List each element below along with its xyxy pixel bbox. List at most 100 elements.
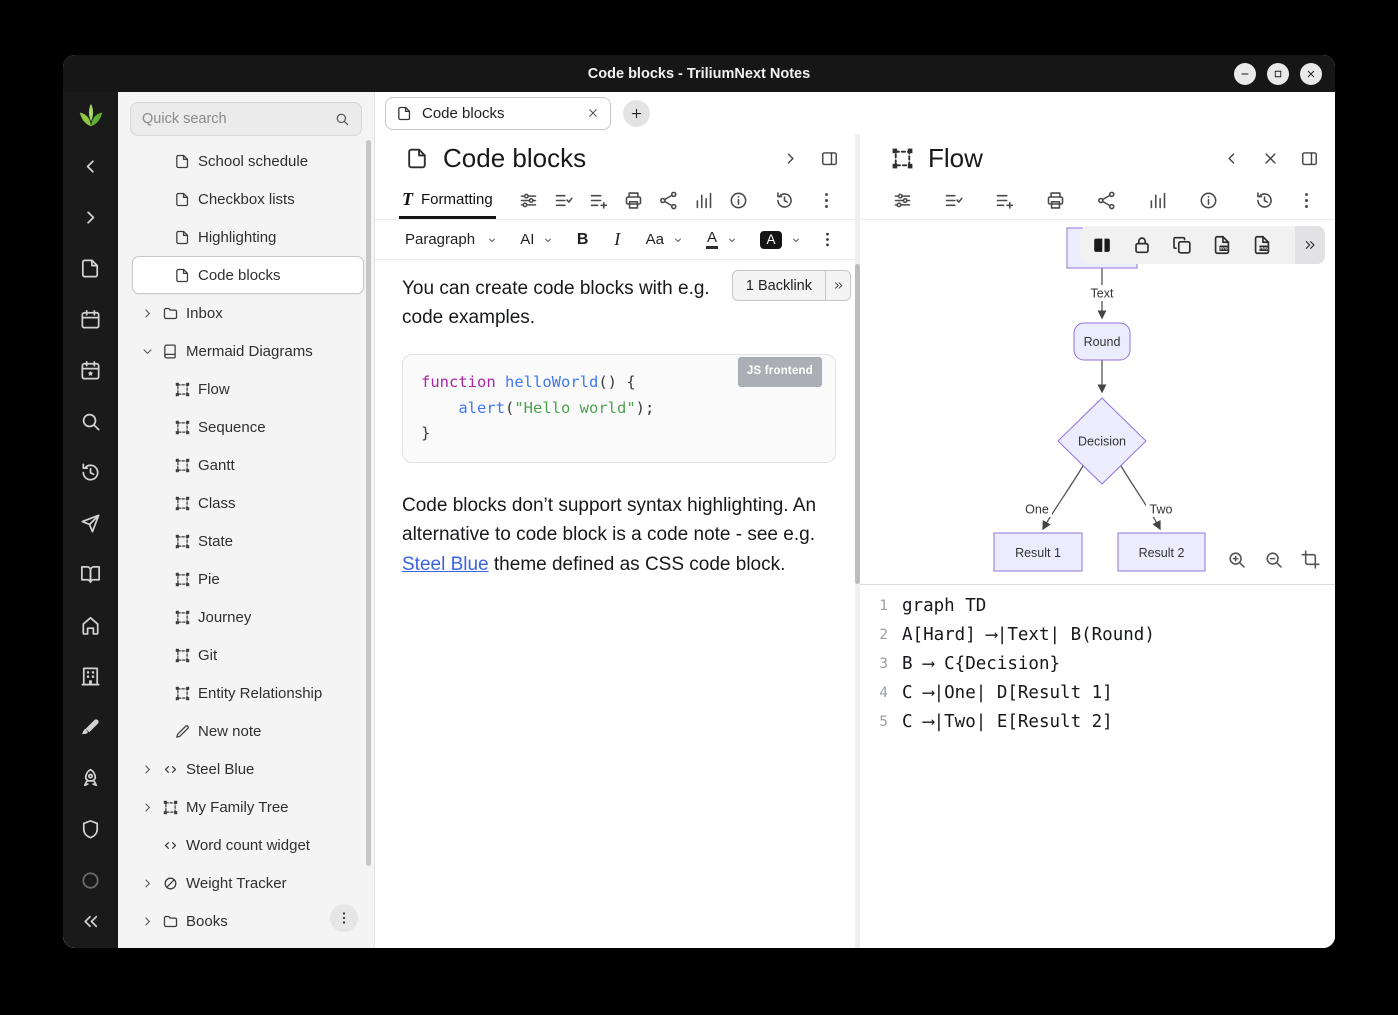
tree-item-weight-tracker[interactable]: Weight Tracker	[132, 864, 364, 902]
tree-item-state[interactable]: State	[132, 522, 364, 560]
tree-item-steel-blue[interactable]: Steel Blue	[132, 750, 364, 788]
close-button[interactable]	[1300, 63, 1322, 85]
list-check-icon[interactable]	[553, 190, 574, 211]
toolbar-overflow-button[interactable]	[1295, 226, 1325, 264]
tree-item-class[interactable]: Class	[132, 484, 364, 522]
tree-item-pie[interactable]: Pie	[132, 560, 364, 598]
history-icon[interactable]	[774, 190, 795, 211]
close-pane-button[interactable]	[1261, 149, 1280, 168]
editor-line[interactable]: 3B ⟶ C{Decision}	[874, 650, 1325, 679]
note-type-icon[interactable]	[405, 146, 430, 171]
new-tab-button[interactable]	[623, 100, 650, 127]
ai-dropdown[interactable]: AI	[514, 227, 560, 252]
export-png-icon[interactable]: PNG	[1251, 234, 1273, 256]
code-block[interactable]: JS frontend function helloWorld() { aler…	[402, 354, 836, 463]
tree-item-entity-relationship[interactable]: Entity Relationship	[132, 674, 364, 712]
quick-search[interactable]	[130, 102, 362, 136]
launcher-calendar-event-button[interactable]	[78, 357, 104, 383]
toggle-right-panel-button[interactable]	[1300, 149, 1319, 168]
bold-button[interactable]: B	[570, 226, 595, 254]
editor-line[interactable]: 2A[Hard] ⟶|Text| B(Round)	[874, 621, 1325, 650]
trilium-logo[interactable]	[78, 102, 104, 128]
sliders-icon[interactable]	[518, 190, 539, 211]
launcher-recent-changes-button[interactable]	[78, 459, 104, 485]
tree-item-school-schedule[interactable]: School schedule	[132, 142, 364, 180]
note-content[interactable]: You can create code blocks with e.g. cod…	[375, 260, 855, 948]
toolbar-more-button[interactable]	[818, 230, 837, 249]
share-icon[interactable]	[1096, 190, 1117, 211]
backlink-count-button[interactable]: 1 Backlink	[732, 270, 826, 301]
tree-scrollbar[interactable]	[366, 140, 371, 866]
history-icon[interactable]	[1254, 190, 1275, 211]
tree-item-books[interactable]: Books	[132, 902, 364, 940]
bar-chart-icon[interactable]	[1147, 190, 1168, 211]
launcher-brush-button[interactable]	[78, 714, 104, 740]
font-color-dropdown[interactable]: A	[700, 226, 744, 253]
list-check-icon[interactable]	[943, 190, 964, 211]
launcher-shield-button[interactable]	[78, 816, 104, 842]
titlebar[interactable]: Code blocks - TriliumNext Notes	[63, 55, 1335, 92]
search-input[interactable]	[142, 111, 334, 127]
editor-line[interactable]: 1graph TD	[874, 592, 1325, 621]
tree-options-button[interactable]	[330, 904, 358, 932]
tree-item-gantt[interactable]: Gantt	[132, 446, 364, 484]
info-icon[interactable]	[728, 190, 749, 211]
launcher-circle-button[interactable]	[78, 867, 104, 893]
chevron-right-icon[interactable]	[140, 306, 155, 321]
tree-item-word-count-widget[interactable]: Word count widget	[132, 826, 364, 864]
tree-item-code-blocks[interactable]: Code blocks	[132, 256, 364, 294]
mermaid-type-icon[interactable]	[890, 146, 915, 171]
sliders-icon[interactable]	[892, 190, 913, 211]
tree-item-new-note[interactable]: New note	[132, 712, 364, 750]
chevron-right-icon[interactable]	[140, 876, 155, 891]
chevron-right-icon[interactable]	[140, 914, 155, 929]
launcher-search-button[interactable]	[78, 408, 104, 434]
chevron-down-icon[interactable]	[140, 344, 155, 359]
list-plus-icon[interactable]	[588, 190, 609, 211]
chevron-right-icon[interactable]	[140, 762, 155, 777]
bar-chart-icon[interactable]	[693, 190, 714, 211]
chevron-left-button[interactable]	[1222, 149, 1241, 168]
toggle-right-panel-button[interactable]	[820, 149, 839, 168]
tree-item-highlighting[interactable]: Highlighting	[132, 218, 364, 256]
kebab-icon[interactable]	[816, 190, 837, 211]
italic-button[interactable]: I	[605, 226, 630, 254]
printer-icon[interactable]	[1045, 190, 1066, 211]
launcher-new-note-button[interactable]	[78, 255, 104, 281]
zoom-out-icon[interactable]	[1263, 549, 1284, 570]
launcher-home-button[interactable]	[78, 612, 104, 638]
steel-blue-link[interactable]: Steel Blue	[402, 554, 489, 575]
zoom-in-icon[interactable]	[1226, 549, 1247, 570]
note-title[interactable]: Code blocks	[443, 143, 586, 174]
lock-icon[interactable]	[1131, 234, 1153, 256]
launcher-building-button[interactable]	[78, 663, 104, 689]
printer-icon[interactable]	[623, 190, 644, 211]
kebab-icon[interactable]	[1296, 190, 1317, 211]
chevron-right-button[interactable]	[781, 149, 800, 168]
launcher-chevron-left-button[interactable]	[78, 153, 104, 179]
tab-formatting[interactable]: T Formatting	[399, 182, 496, 219]
tree-item-journey[interactable]: Journey	[132, 598, 364, 636]
toggle-preview-panel-icon[interactable]	[1091, 234, 1113, 256]
tree-item-sequence[interactable]: Sequence	[132, 408, 364, 446]
share-icon[interactable]	[658, 190, 679, 211]
tab-close-icon[interactable]	[586, 106, 600, 120]
tree-item-mermaid-diagrams[interactable]: Mermaid Diagrams	[132, 332, 364, 370]
font-size-dropdown[interactable]: Aa	[640, 227, 690, 252]
tree-item-statistics[interactable]: Statistics	[132, 940, 364, 948]
tab-code-blocks[interactable]: Code blocks	[385, 97, 611, 130]
launcher-calendar-button[interactable]	[78, 306, 104, 332]
launcher-book-button[interactable]	[78, 561, 104, 587]
backlink-expand-button[interactable]	[826, 270, 851, 301]
launcher-rocket-button[interactable]	[78, 765, 104, 791]
editor-line[interactable]: 5C ⟶|Two| E[Result 2]	[874, 708, 1325, 737]
copy-image-icon[interactable]	[1171, 234, 1193, 256]
paragraph-style-select[interactable]: Paragraph	[399, 227, 504, 252]
mermaid-source[interactable]: 1graph TD2A[Hard] ⟶|Text| B(Round)3B ⟶ C…	[860, 585, 1335, 948]
list-plus-icon[interactable]	[994, 190, 1015, 211]
maximize-button[interactable]	[1267, 63, 1289, 85]
chevron-right-icon[interactable]	[140, 800, 155, 815]
reset-zoom-icon[interactable]	[1300, 549, 1321, 570]
tree-item-checkbox-lists[interactable]: Checkbox lists	[132, 180, 364, 218]
info-icon[interactable]	[1198, 190, 1219, 211]
